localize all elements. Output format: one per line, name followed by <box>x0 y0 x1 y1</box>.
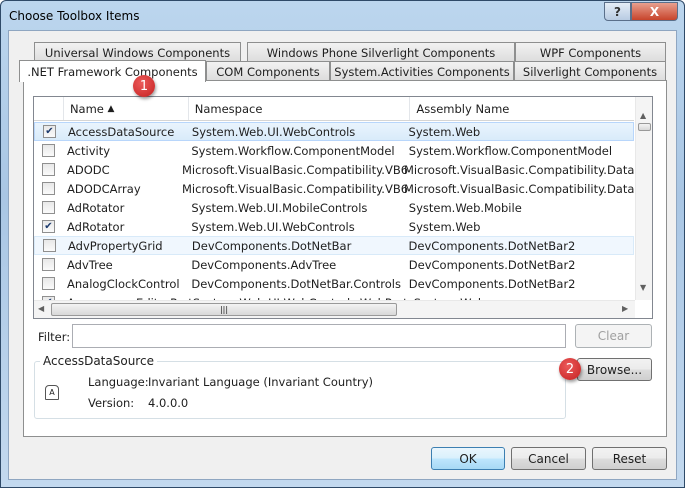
row-namespace: Microsoft.VisualBasic.Compatibility.VB6 <box>182 181 409 196</box>
language-value: Invariant Language (Invariant Country) <box>148 375 373 389</box>
row-checkbox[interactable]: ✔ <box>43 125 56 138</box>
row-namespace: System.Web.UI.WebControls <box>191 124 356 139</box>
list-header: Name ▲ Namespace Assembly Name <box>34 97 634 121</box>
table-row[interactable]: ✔ AdRotator System.Web.UI.WebControls Sy… <box>34 217 634 236</box>
tab-windows-phone-silverlight[interactable]: Windows Phone Silverlight Components <box>247 42 515 62</box>
row-checkbox[interactable] <box>42 163 55 176</box>
row-assembly: DevComponents.DotNetBar2 <box>408 238 576 253</box>
header-assembly-name[interactable]: Assembly Name <box>410 97 634 120</box>
row-assembly: System.Web.Mobile <box>408 200 522 215</box>
row-assembly: System.Web <box>408 124 481 139</box>
version-label: Version: <box>88 396 135 410</box>
tab-wpf[interactable]: WPF Components <box>515 42 666 62</box>
browse-button[interactable]: Browse... <box>577 358 652 381</box>
annotation-badge-2: 2 <box>559 358 581 380</box>
row-checkbox[interactable] <box>42 144 55 157</box>
row-assembly: DevComponents.DotNetBar2 <box>408 276 576 291</box>
row-name: AdRotator <box>67 200 125 215</box>
header-checkbox-column <box>34 97 64 120</box>
row-assembly: Microsoft.VisualBasic.Compatibility.Data <box>404 162 635 177</box>
row-namespace: DevComponents.DotNetBar.Controls <box>191 276 401 291</box>
row-checkbox[interactable]: ✔ <box>42 220 55 233</box>
row-namespace: Microsoft.VisualBasic.Compatibility.VB6 <box>182 162 409 177</box>
clear-button[interactable]: Clear <box>575 324 652 348</box>
row-namespace: DevComponents.AdvTree <box>191 257 337 272</box>
table-row[interactable]: AnalogClockControl DevComponents.DotNetB… <box>34 274 634 293</box>
row-name: Activity <box>67 143 111 158</box>
window-title: Choose Toolbox Items <box>9 9 140 23</box>
row-assembly: System.Web <box>408 219 481 234</box>
row-checkbox[interactable] <box>43 239 56 252</box>
language-label: Language: <box>88 375 149 389</box>
close-button[interactable]: X <box>631 2 678 21</box>
row-name: AnalogClockControl <box>67 276 180 291</box>
row-name: ADODCArray <box>67 181 141 196</box>
scroll-left-icon[interactable]: ◀ <box>38 304 44 313</box>
tab-universal-windows[interactable]: Universal Windows Components <box>34 42 241 62</box>
row-checkbox[interactable] <box>42 258 55 271</box>
tab-silverlight[interactable]: Silverlight Components <box>514 61 666 81</box>
reset-button[interactable]: Reset <box>592 447 667 470</box>
row-name: AccessDataSource <box>68 124 175 139</box>
vertical-scroll-thumb[interactable] <box>638 123 651 131</box>
row-checkbox[interactable] <box>42 277 55 290</box>
row-namespace: System.Web.UI.WebControls <box>191 219 355 234</box>
row-namespace: System.Web.UI.MobileControls <box>191 200 368 215</box>
row-checkbox[interactable] <box>42 201 55 214</box>
components-list[interactable]: Name ▲ Namespace Assembly Name ✔ AccessD… <box>33 96 653 319</box>
horizontal-scroll-thumb[interactable]: ||| <box>51 303 397 316</box>
annotation-badge-1: 1 <box>133 75 155 97</box>
table-row[interactable]: Activity System.Workflow.ComponentModel … <box>34 141 634 160</box>
filter-input[interactable] <box>72 324 566 348</box>
tab-net-framework[interactable]: .NET Framework Components <box>19 60 206 82</box>
scroll-down-icon[interactable]: ▼ <box>640 283 646 292</box>
header-name[interactable]: Name ▲ <box>64 97 189 120</box>
row-name: AdRotator <box>67 219 125 234</box>
row-assembly: System.Workflow.ComponentModel <box>408 143 613 158</box>
scroll-up-icon[interactable]: ▲ <box>640 111 646 120</box>
filter-label: Filter: <box>38 330 71 344</box>
assembly-icon: A <box>45 385 59 400</box>
ok-button[interactable]: OK <box>431 447 505 470</box>
row-name: AdvTree <box>67 257 113 272</box>
scroll-right-icon[interactable]: ▶ <box>622 304 628 313</box>
table-row[interactable]: ADODC Microsoft.VisualBasic.Compatibilit… <box>34 160 634 179</box>
sort-ascending-icon: ▲ <box>107 103 115 114</box>
table-row[interactable]: AdvPropertyGrid DevComponents.DotNetBar … <box>34 236 634 255</box>
header-namespace[interactable]: Namespace <box>189 97 411 120</box>
tab-com[interactable]: COM Components <box>206 61 330 81</box>
row-assembly: Microsoft.VisualBasic.Compatibility.Data <box>404 181 635 196</box>
row-name: ADODC <box>67 162 110 177</box>
cancel-button[interactable]: Cancel <box>511 447 586 470</box>
row-checkbox[interactable] <box>42 182 55 195</box>
row-namespace: DevComponents.DotNetBar <box>191 238 352 253</box>
row-name: AdvPropertyGrid <box>68 238 163 253</box>
details-title: AccessDataSource <box>40 354 157 368</box>
details-group <box>34 361 566 419</box>
row-namespace: System.Workflow.ComponentModel <box>191 143 395 158</box>
horizontal-scrollbar[interactable]: ◀ ||| ▶ <box>34 300 635 318</box>
help-button[interactable]: ? <box>604 2 631 21</box>
table-row[interactable]: AdvTree DevComponents.AdvTree DevCompone… <box>34 255 634 274</box>
vertical-scrollbar[interactable]: ▲ ▼ <box>635 97 652 300</box>
table-row[interactable]: ✔ AccessDataSource System.Web.UI.WebCont… <box>34 122 634 141</box>
tab-system-activities[interactable]: System.Activities Components <box>330 61 514 81</box>
row-assembly: DevComponents.DotNetBar2 <box>408 257 576 272</box>
version-value: 4.0.0.0 <box>148 396 189 410</box>
table-row[interactable]: AdRotator System.Web.UI.MobileControls S… <box>34 198 634 217</box>
table-row[interactable]: ADODCArray Microsoft.VisualBasic.Compati… <box>34 179 634 198</box>
